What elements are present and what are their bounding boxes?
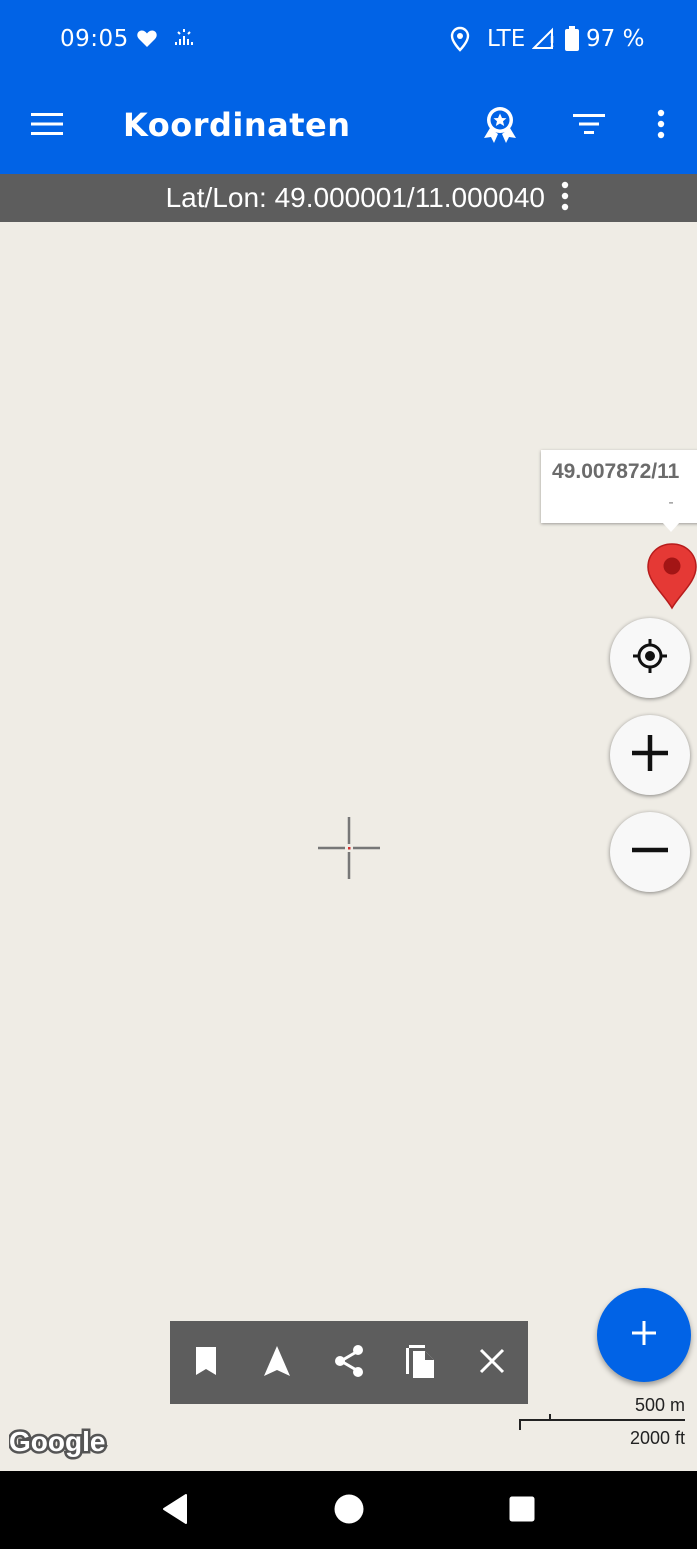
close-button[interactable] — [468, 1339, 516, 1387]
copy-icon — [403, 1342, 437, 1384]
filter-button[interactable] — [565, 102, 613, 150]
my-location-button[interactable] — [610, 618, 690, 698]
signal-icon — [531, 26, 556, 54]
status-bar: 09:05 LTE 97 % — [0, 0, 697, 78]
zoom-out-button[interactable] — [610, 812, 690, 892]
svg-text:Google: Google — [9, 1426, 105, 1457]
coordinate-menu-button[interactable] — [553, 181, 577, 215]
info-window-snippet: - — [668, 494, 674, 511]
coordinate-bar[interactable]: Lat/Lon: 49.000001/11.000040 — [0, 174, 697, 222]
share-button[interactable] — [325, 1339, 373, 1387]
filter-icon — [572, 112, 606, 140]
zoom-in-icon — [630, 733, 670, 777]
my-location-icon — [630, 636, 670, 680]
close-icon — [479, 1348, 505, 1378]
page-title: Koordinaten — [123, 106, 351, 144]
sparkle-icon — [172, 26, 196, 54]
battery-icon — [564, 26, 580, 56]
back-button[interactable] — [153, 1489, 197, 1533]
google-logo: Google — [7, 1424, 109, 1464]
add-button[interactable] — [597, 1288, 691, 1382]
action-toolbar — [170, 1321, 528, 1404]
home-icon — [333, 1493, 365, 1529]
map-marker-icon[interactable] — [646, 542, 697, 610]
plus-icon — [631, 1320, 657, 1350]
award-button[interactable] — [476, 102, 524, 150]
award-icon — [478, 102, 522, 150]
battery-level: 97 % — [586, 26, 645, 52]
back-icon — [160, 1493, 190, 1529]
recents-icon — [508, 1495, 536, 1527]
marker-info-window[interactable]: 49.007872/11 - — [541, 450, 697, 523]
navigate-icon — [262, 1344, 292, 1382]
map-view[interactable]: 49.007872/11 - — [0, 222, 697, 1471]
more-options-button[interactable] — [637, 102, 685, 150]
zoom-in-button[interactable] — [610, 715, 690, 795]
scale-imperial: 2000 ft — [629, 1428, 685, 1448]
coordinate-text: Lat/Lon: 49.000001/11.000040 — [165, 182, 545, 213]
network-type: LTE — [487, 26, 526, 52]
location-pin-icon — [449, 26, 471, 56]
map-scale: 500 m 2000 ft — [515, 1392, 695, 1452]
info-window-title: 49.007872/11 — [552, 460, 680, 483]
menu-icon — [30, 111, 64, 141]
home-button[interactable] — [327, 1489, 371, 1533]
system-navigation-bar — [0, 1471, 697, 1549]
menu-button[interactable] — [23, 102, 71, 150]
heart-icon — [135, 26, 159, 54]
more-vert-icon — [560, 181, 570, 215]
bookmark-icon — [193, 1345, 219, 1381]
navigate-button[interactable] — [253, 1339, 301, 1387]
more-vert-icon — [656, 109, 666, 143]
zoom-out-icon — [630, 830, 670, 874]
status-time: 09:05 — [60, 26, 129, 52]
info-window-pointer — [662, 522, 680, 532]
crosshair-icon — [318, 817, 380, 879]
recents-button[interactable] — [500, 1489, 544, 1533]
copy-button[interactable] — [396, 1339, 444, 1387]
app-bar: Koordinaten — [0, 78, 697, 174]
share-icon — [332, 1344, 366, 1382]
bookmark-button[interactable] — [182, 1339, 230, 1387]
